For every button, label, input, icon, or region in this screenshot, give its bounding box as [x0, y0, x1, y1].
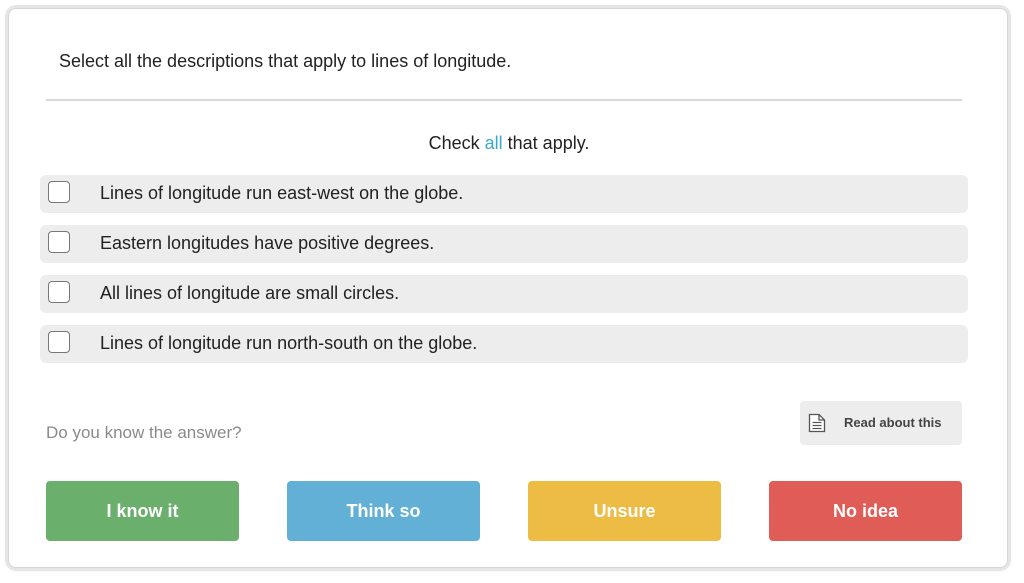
- answer-option-label: Eastern longitudes have positive degrees…: [100, 233, 435, 253]
- no-idea-button[interactable]: No idea: [769, 481, 962, 541]
- read-about-label: Read about this: [844, 415, 942, 430]
- checkbox[interactable]: [48, 331, 70, 353]
- checkbox[interactable]: [48, 181, 70, 203]
- answer-option-label: All lines of longitude are small circles…: [100, 283, 400, 303]
- document-icon: [808, 413, 826, 438]
- instruction: Check all that apply.: [9, 133, 1009, 154]
- think-so-button[interactable]: Think so: [287, 481, 480, 541]
- read-about-button[interactable]: Read about this: [800, 401, 962, 445]
- answer-options: Lines of longitude run east-west on the …: [40, 175, 968, 375]
- divider: [46, 99, 962, 101]
- instruction-suffix: that apply.: [502, 133, 590, 153]
- checkbox[interactable]: [48, 231, 70, 253]
- instruction-prefix: Check: [428, 133, 485, 153]
- answer-option[interactable]: Lines of longitude run east-west on the …: [40, 175, 968, 213]
- question-card: Select all the descriptions that apply t…: [8, 8, 1008, 568]
- confidence-buttons: I know it Think so Unsure No idea: [46, 481, 962, 541]
- question-text: Select all the descriptions that apply t…: [59, 51, 512, 71]
- answer-option-label: Lines of longitude run east-west on the …: [100, 183, 464, 203]
- i-know-it-button[interactable]: I know it: [46, 481, 239, 541]
- answer-option[interactable]: All lines of longitude are small circles…: [40, 275, 968, 313]
- checkbox[interactable]: [48, 281, 70, 303]
- unsure-button[interactable]: Unsure: [528, 481, 721, 541]
- answer-option[interactable]: Lines of longitude run north-south on th…: [40, 325, 968, 363]
- confidence-prompt: Do you know the answer?: [46, 423, 242, 442]
- instruction-accent: all: [484, 133, 503, 153]
- answer-option-label: Lines of longitude run north-south on th…: [100, 333, 478, 353]
- answer-option[interactable]: Eastern longitudes have positive degrees…: [40, 225, 968, 263]
